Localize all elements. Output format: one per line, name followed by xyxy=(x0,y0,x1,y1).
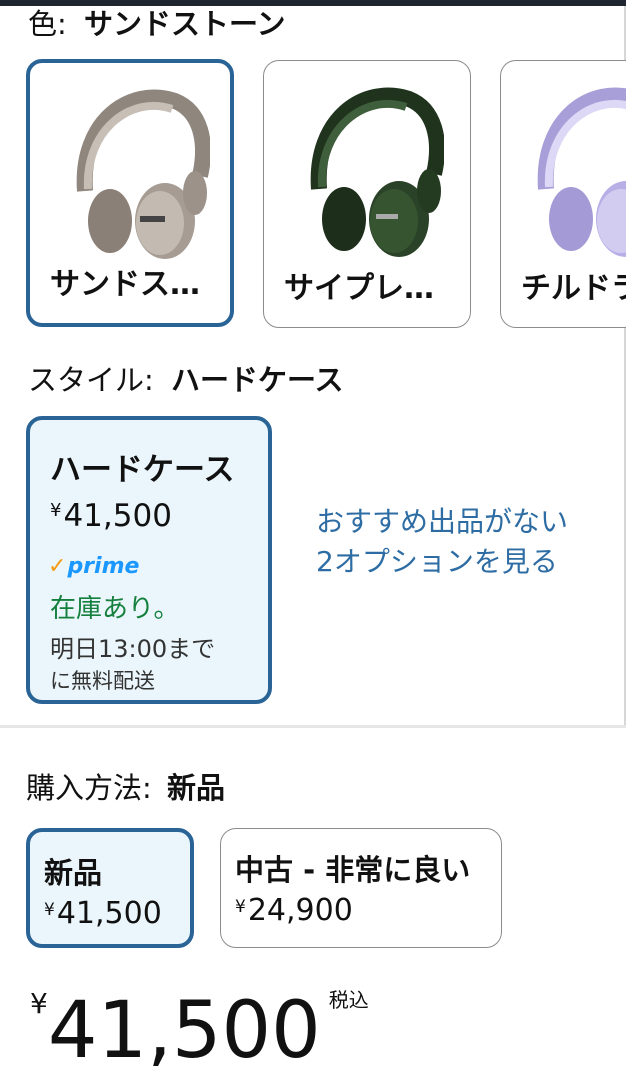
total-price: ¥41,500 税込 xyxy=(30,987,369,1071)
color-option-name: サイプレ… xyxy=(284,271,434,306)
prime-label: prime xyxy=(67,554,140,579)
prime-badge: ✓prime xyxy=(48,554,139,579)
purchase-option-price: ¥24,900 xyxy=(235,893,353,928)
delivery-time: 明日13:00まで xyxy=(50,635,216,663)
purchase-option-used-very-good[interactable]: 中古 - 非常に良い ¥24,900 xyxy=(220,828,502,948)
color-option-name: サンドス… xyxy=(50,267,200,302)
price-value: 41,500 xyxy=(56,896,162,931)
headphones-image xyxy=(537,87,626,257)
delivery-note: に無料配送 xyxy=(50,669,155,693)
color-option-name: チルドラ xyxy=(521,271,626,306)
purchase-selected-value: 新品 xyxy=(167,771,226,805)
color-selected-value: サンドストーン xyxy=(84,7,286,41)
currency-symbol: ¥ xyxy=(235,897,246,917)
style-label-text: スタイル: xyxy=(28,363,154,397)
style-selected-value: ハードケース xyxy=(171,363,344,397)
style-option-price: ¥41,500 xyxy=(50,498,172,534)
purchase-option-label: 中古 - 非常に良い xyxy=(235,853,471,887)
color-label: 色: サンドストーン xyxy=(28,10,286,39)
stock-status: 在庫あり。 xyxy=(50,594,180,624)
purchase-method-label: 購入方法: 新品 xyxy=(26,774,225,803)
headphones-image xyxy=(310,87,444,257)
style-label: スタイル: ハードケース xyxy=(28,366,344,395)
currency-symbol: ¥ xyxy=(30,987,48,1020)
color-label-text: 色: xyxy=(28,7,67,41)
purchase-option-price: ¥41,500 xyxy=(44,896,162,931)
total-price-value: 41,500 xyxy=(47,986,321,1076)
headphones-image xyxy=(76,89,210,259)
tax-included-note: 税込 xyxy=(328,988,369,1012)
currency-symbol: ¥ xyxy=(44,900,55,920)
purchase-option-new[interactable]: 新品 ¥41,500 xyxy=(26,828,194,948)
section-divider xyxy=(0,725,626,728)
style-option-title: ハードケース xyxy=(50,452,235,488)
status-bar xyxy=(0,0,626,6)
color-option-chilled-lilac[interactable]: チルドラ xyxy=(500,60,626,328)
price-value: 24,900 xyxy=(247,893,353,928)
color-option-cypress[interactable]: サイプレ… xyxy=(263,60,471,328)
color-option-sandstone[interactable]: サンドス… xyxy=(26,59,234,327)
prime-check-icon: ✓ xyxy=(48,554,67,579)
price-value: 41,500 xyxy=(63,498,172,534)
currency-symbol: ¥ xyxy=(50,500,62,521)
style-option-hard-case[interactable]: ハードケース ¥41,500 ✓prime 在庫あり。 明日13:00まで に無… xyxy=(26,416,272,704)
see-more-options-link[interactable]: おすすめ出品がない2オプションを見る xyxy=(316,502,576,582)
purchase-option-label: 新品 xyxy=(44,856,103,890)
purchase-label-text: 購入方法: xyxy=(26,771,152,805)
